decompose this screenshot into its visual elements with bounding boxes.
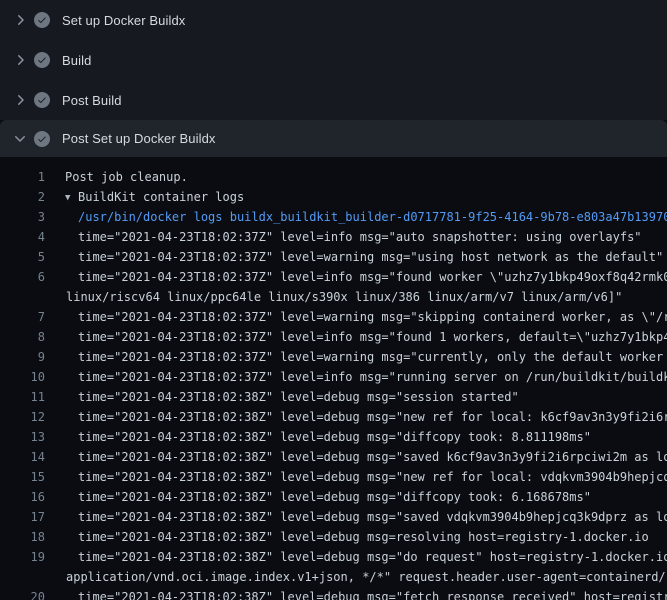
line-number[interactable]: [0, 287, 45, 307]
line-number[interactable]: 15: [0, 467, 45, 487]
step-row-post-build[interactable]: Post Build: [0, 80, 667, 120]
chevron-down-icon: [12, 131, 28, 147]
line-number[interactable]: 9: [0, 347, 45, 367]
steps-list: Set up Docker Buildx Build Post Build: [0, 0, 667, 120]
log-row: 5 time="2021-04-23T18:02:37Z" level=warni…: [0, 247, 667, 267]
line-number[interactable]: 2: [0, 187, 45, 207]
log-line-text: /usr/bin/docker logs buildx_buildkit_bui…: [78, 207, 667, 227]
log-line-text: time="2021-04-23T18:02:37Z" level=info m…: [78, 367, 667, 387]
line-number[interactable]: 12: [0, 407, 45, 427]
line-number[interactable]: 6: [0, 267, 45, 287]
log-row: 7 time="2021-04-23T18:02:37Z" level=warni…: [0, 307, 667, 327]
line-number[interactable]: 16: [0, 487, 45, 507]
line-number[interactable]: 4: [0, 227, 45, 247]
check-circle-icon: [34, 12, 50, 28]
log-row: 1 Post job cleanup.: [0, 167, 667, 187]
log-line-text: time="2021-04-23T18:02:38Z" level=debug …: [78, 427, 591, 447]
log-line-text: time="2021-04-23T18:02:38Z" level=debug …: [78, 547, 667, 567]
step-label: Set up Docker Buildx: [62, 13, 185, 28]
line-number[interactable]: 14: [0, 447, 45, 467]
log-line-text: time="2021-04-23T18:02:38Z" level=debug …: [78, 387, 519, 407]
line-number[interactable]: 8: [0, 327, 45, 347]
log-row: 8 time="2021-04-23T18:02:37Z" level=info …: [0, 327, 667, 347]
log-line-text: time="2021-04-23T18:02:37Z" level=info m…: [78, 327, 667, 347]
chevron-right-icon: [12, 12, 28, 28]
log-row: 11 time="2021-04-23T18:02:38Z" level=debu…: [0, 387, 667, 407]
log-line-text: time="2021-04-23T18:02:37Z" level=warnin…: [78, 347, 667, 367]
log-line-text: application/vnd.oci.image.index.v1+json,…: [66, 567, 667, 587]
step-header-post-set-up-docker-buildx[interactable]: Post Set up Docker Buildx: [0, 120, 667, 157]
log-row: 13 time="2021-04-23T18:02:38Z" level=debu…: [0, 427, 667, 447]
actions-log-viewer: Set up Docker Buildx Build Post Build Post…: [0, 0, 667, 600]
log-line-text: time="2021-04-23T18:02:38Z" level=debug …: [78, 447, 667, 467]
log-line-text: time="2021-04-23T18:02:37Z" level=warnin…: [78, 247, 663, 267]
line-number[interactable]: 18: [0, 527, 45, 547]
log-row: 17 time="2021-04-23T18:02:38Z" level=debu…: [0, 507, 667, 527]
log-line-text: time="2021-04-23T18:02:38Z" level=debug …: [78, 507, 667, 527]
log-row: 14 time="2021-04-23T18:02:38Z" level=debu…: [0, 447, 667, 467]
step-label: Post Set up Docker Buildx: [62, 131, 216, 146]
line-number[interactable]: [0, 567, 45, 587]
log-line-text: time="2021-04-23T18:02:38Z" level=debug …: [78, 467, 667, 487]
line-number[interactable]: 17: [0, 507, 45, 527]
log-line-text: time="2021-04-23T18:02:38Z" level=debug …: [78, 587, 667, 600]
log-row: 16 time="2021-04-23T18:02:38Z" level=debu…: [0, 487, 667, 507]
log-row: linux/riscv64 linux/ppc64le linux/s390x …: [0, 287, 667, 307]
line-number[interactable]: 3: [0, 207, 45, 227]
log-row: 9 time="2021-04-23T18:02:37Z" level=warni…: [0, 347, 667, 367]
log-line-text: ▼BuildKit container logs: [65, 187, 244, 207]
collapse-triangle-icon[interactable]: ▼: [65, 188, 78, 208]
log-line-text: time="2021-04-23T18:02:37Z" level=info m…: [78, 267, 667, 287]
log-line-text: linux/riscv64 linux/ppc64le linux/s390x …: [66, 287, 622, 307]
step-row-build[interactable]: Build: [0, 40, 667, 80]
line-number[interactable]: 13: [0, 427, 45, 447]
line-number[interactable]: 1: [0, 167, 45, 187]
log-row: 12 time="2021-04-23T18:02:38Z" level=debu…: [0, 407, 667, 427]
line-number[interactable]: 5: [0, 247, 45, 267]
line-number[interactable]: 10: [0, 367, 45, 387]
log-row: 10 time="2021-04-23T18:02:37Z" level=info…: [0, 367, 667, 387]
log-row: 2 ▼BuildKit container logs: [0, 187, 667, 207]
log-row: application/vnd.oci.image.index.v1+json,…: [0, 567, 667, 587]
log-line-text: time="2021-04-23T18:02:38Z" level=debug …: [78, 407, 667, 427]
log-row: 18 time="2021-04-23T18:02:38Z" level=debu…: [0, 527, 667, 547]
step-label: Post Build: [62, 93, 122, 108]
log-row: 6 time="2021-04-23T18:02:37Z" level=info …: [0, 267, 667, 287]
log-line-text: time="2021-04-23T18:02:38Z" level=debug …: [78, 527, 649, 547]
log-line-text: time="2021-04-23T18:02:37Z" level=info m…: [78, 227, 642, 247]
expanded-step-section: Post Set up Docker Buildx 1 Post job clea…: [0, 120, 667, 600]
line-number[interactable]: 19: [0, 547, 45, 567]
log-row: 3/usr/bin/docker logs buildx_buildkit_bu…: [0, 207, 667, 227]
check-circle-icon: [34, 92, 50, 108]
log-row: 19 time="2021-04-23T18:02:38Z" level=debu…: [0, 547, 667, 567]
step-label: Build: [62, 53, 91, 68]
log-row: 15 time="2021-04-23T18:02:38Z" level=debu…: [0, 467, 667, 487]
log-output: 1 Post job cleanup. 2 ▼BuildKit container l…: [0, 157, 667, 600]
step-row-set-up-docker-buildx[interactable]: Set up Docker Buildx: [0, 0, 667, 40]
check-circle-icon: [34, 131, 50, 147]
log-line-text: time="2021-04-23T18:02:38Z" level=debug …: [78, 487, 591, 507]
check-circle-icon: [34, 52, 50, 68]
line-number[interactable]: 7: [0, 307, 45, 327]
chevron-right-icon: [12, 52, 28, 68]
log-line-text: time="2021-04-23T18:02:37Z" level=warnin…: [78, 307, 667, 327]
log-row: 20 time="2021-04-23T18:02:38Z" level=debu…: [0, 587, 667, 600]
log-row: 4 time="2021-04-23T18:02:37Z" level=info …: [0, 227, 667, 247]
line-number[interactable]: 20: [0, 587, 45, 600]
log-line-text: Post job cleanup.: [65, 167, 188, 187]
line-number[interactable]: 11: [0, 387, 45, 407]
chevron-right-icon: [12, 92, 28, 108]
